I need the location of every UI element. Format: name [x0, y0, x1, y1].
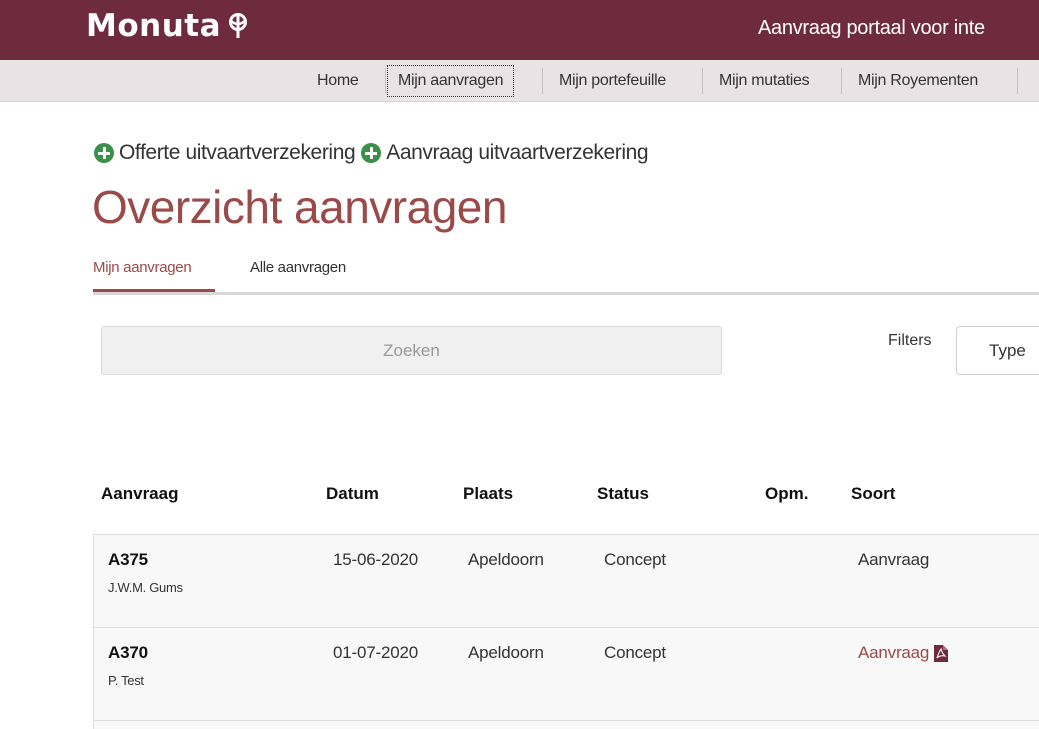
- column-header-plaats[interactable]: Plaats: [463, 484, 513, 504]
- tabs: Mijn aanvragen Alle aanvragen: [93, 255, 1039, 295]
- request-id: A375: [108, 550, 148, 569]
- nav-divider: [1017, 68, 1018, 94]
- tab-alle-aanvragen[interactable]: Alle aanvragen: [250, 259, 346, 276]
- column-header-status[interactable]: Status: [597, 484, 649, 504]
- request-type: Aanvraag: [858, 550, 930, 569]
- logo-text: Monuta: [86, 8, 222, 44]
- aanvraag-link[interactable]: Aanvraag uitvaartverzekering: [361, 141, 649, 165]
- request-id: A370: [108, 643, 148, 662]
- filters-label: Filters: [888, 332, 932, 349]
- nav-item-mijn-mutaties[interactable]: Mijn mutaties: [719, 60, 810, 102]
- request-status: Concept: [604, 643, 666, 662]
- request-name: P. Test: [108, 673, 144, 688]
- request-type-link[interactable]: Aanvraag: [858, 643, 949, 663]
- nav-item-mijn-royementen[interactable]: Mijn Royementen: [858, 60, 978, 102]
- request-date: 01-07-2020: [333, 643, 418, 662]
- plus-circle-icon: [94, 143, 114, 163]
- column-header-datum[interactable]: Datum: [326, 484, 379, 504]
- portal-title: Aanvraag portaal voor inte: [758, 17, 985, 39]
- offerte-link[interactable]: Offerte uitvaartverzekering: [94, 141, 356, 165]
- active-tab-indicator: [93, 289, 215, 292]
- tab-mijn-aanvragen[interactable]: Mijn aanvragen: [93, 259, 192, 276]
- page-title: Overzicht aanvragen: [92, 181, 507, 233]
- main-nav: Home Mijn aanvragen Mijn portefeuille Mi…: [0, 60, 1039, 102]
- top-bar: Monuta Aanvraag portaal voor inte: [0, 0, 1039, 60]
- request-place: Apeldoorn: [468, 643, 544, 662]
- column-header-soort[interactable]: Soort: [851, 484, 895, 504]
- request-type-label: Aanvraag: [858, 643, 930, 662]
- aanvraag-link-label: Aanvraag uitvaartverzekering: [386, 141, 649, 164]
- pdf-icon[interactable]: [934, 644, 949, 662]
- column-header-opm[interactable]: Opm.: [765, 484, 808, 504]
- request-date: 15-06-2020: [333, 550, 418, 569]
- requests-table: A375 J.W.M. Gums 15-06-2020 Apeldoorn Co…: [93, 534, 1039, 729]
- nav-divider: [841, 68, 842, 94]
- logo-tulip-icon: [229, 13, 248, 38]
- nav-divider: [702, 68, 703, 94]
- nav-item-mijn-portefeuille[interactable]: Mijn portefeuille: [559, 60, 666, 102]
- nav-item-mijn-aanvragen[interactable]: Mijn aanvragen: [387, 65, 515, 97]
- nav-divider: [542, 68, 543, 94]
- type-filter-select[interactable]: Type: [956, 326, 1039, 375]
- action-links: Offerte uitvaartverzekering Aanvraag uit…: [94, 141, 654, 165]
- request-place: Apeldoorn: [468, 550, 544, 569]
- plus-circle-icon: [361, 143, 382, 163]
- monuta-logo[interactable]: Monuta: [86, 8, 249, 44]
- request-status: Concept: [604, 550, 666, 569]
- search-input[interactable]: Zoeken: [101, 326, 722, 375]
- column-header-aanvraag[interactable]: Aanvraag: [101, 484, 178, 504]
- offerte-link-label: Offerte uitvaartverzekering: [119, 141, 356, 164]
- nav-item-home[interactable]: Home: [317, 60, 359, 102]
- table-row[interactable]: A370 P. Test 01-07-2020 Apeldoorn Concep…: [94, 628, 1039, 721]
- table-row[interactable]: A375 J.W.M. Gums 15-06-2020 Apeldoorn Co…: [94, 535, 1039, 628]
- nav-divider: [385, 68, 386, 94]
- request-name: J.W.M. Gums: [108, 580, 183, 595]
